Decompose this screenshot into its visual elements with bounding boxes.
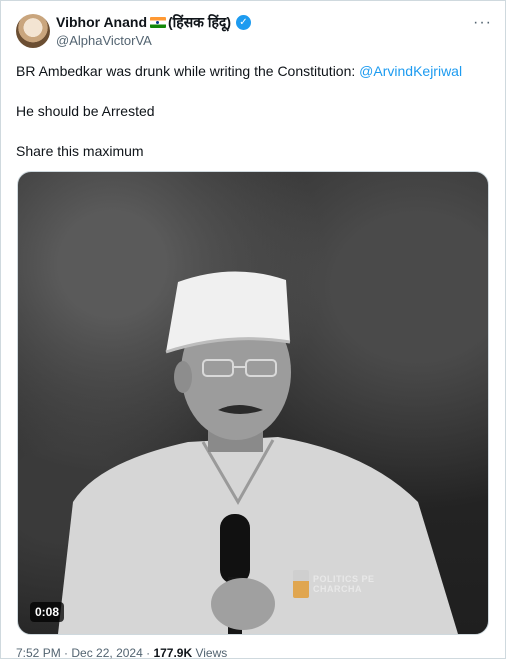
watermark-line-2: CHARCHA (313, 584, 362, 594)
tweet-metadata: 7:52 PM · Dec 22, 2024 · 177.9K Views (16, 646, 227, 660)
more-options-icon[interactable]: ··· (473, 14, 492, 32)
meta-separator: · (60, 646, 72, 660)
meta-separator: · (142, 646, 154, 660)
tweet-text-line-1: BR Ambedkar was drunk while writing the … (16, 63, 462, 79)
views-count: 177.9K (153, 646, 193, 660)
mention-link[interactable]: @ArvindKejriwal (359, 63, 462, 79)
author-name-row[interactable]: Vibhor Anand (हिंसक हिंदू) ✓ (56, 13, 251, 31)
tweet-text-line-2: He should be Arrested (16, 103, 155, 119)
author-handle[interactable]: @AlphaVictorVA (56, 33, 152, 48)
video-duration-badge: 0:08 (30, 602, 65, 622)
avatar[interactable] (16, 14, 50, 48)
watermark: POLITICS PE CHARCHA (293, 570, 375, 598)
tweet-text-line-3: Share this maximum (16, 143, 144, 159)
watermark-line-1: POLITICS PE (313, 574, 375, 584)
tweet-date[interactable]: Dec 22, 2024 (71, 646, 142, 660)
video-player[interactable]: POLITICS PE CHARCHA 0:08 (17, 171, 489, 635)
watermark-text: POLITICS PE CHARCHA (313, 574, 375, 594)
video-frame (58, 271, 458, 634)
tweet-time[interactable]: 7:52 PM (16, 646, 61, 660)
author-name-suffix[interactable]: (हिंसक हिंदू) (168, 13, 231, 32)
india-flag-icon (150, 16, 166, 28)
watermark-logo-icon (293, 570, 309, 598)
author-name[interactable]: Vibhor Anand (56, 14, 147, 30)
views-label: Views (192, 646, 228, 660)
tweet-text-main: BR Ambedkar was drunk while writing the … (16, 63, 360, 79)
verified-badge-icon: ✓ (235, 14, 251, 30)
